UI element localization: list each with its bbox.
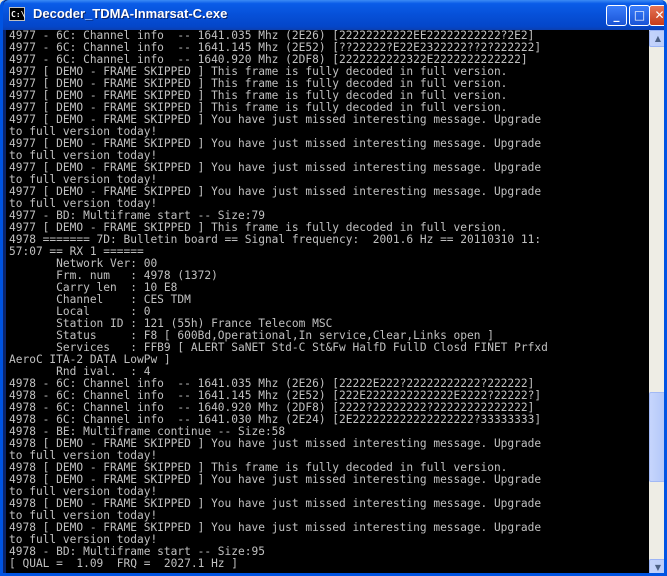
title-bar[interactable]: C:\ Decoder_TDMA-Inmarsat-C.exe _ □ ✕ [3, 0, 664, 30]
close-button[interactable]: ✕ [649, 5, 664, 26]
scroll-up-arrow-icon[interactable]: ▲ [649, 30, 664, 47]
console-output[interactable]: 4977 - 6C: Channel info -- 1641.035 Mhz … [6, 30, 649, 573]
vertical-scrollbar[interactable]: ▲ ▼ [649, 30, 664, 573]
minimize-button[interactable]: _ [606, 5, 627, 26]
scrollbar-thumb[interactable] [649, 392, 664, 482]
console-app-icon[interactable]: C:\ [9, 7, 25, 21]
console-window: C:\ Decoder_TDMA-Inmarsat-C.exe _ □ ✕ 49… [0, 0, 667, 576]
maximize-button[interactable]: □ [629, 5, 650, 26]
console-text: 4977 - 6C: Channel info -- 1641.035 Mhz … [6, 30, 649, 570]
window-title: Decoder_TDMA-Inmarsat-C.exe [33, 6, 228, 21]
scroll-down-arrow-icon[interactable]: ▼ [649, 559, 664, 573]
console-line: [ QUAL = 1.09 FRQ = 2027.1 Hz ] [9, 557, 239, 570]
